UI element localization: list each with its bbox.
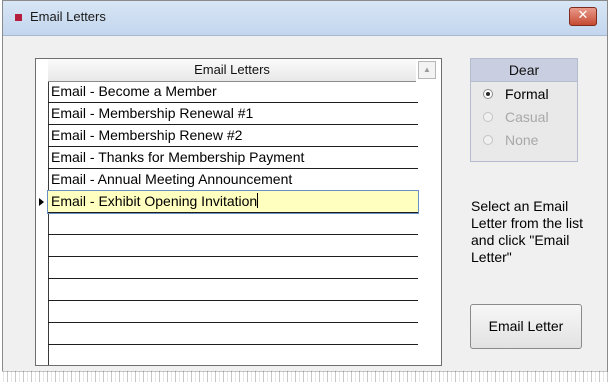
list-item[interactable]: Email - Become a Member bbox=[48, 81, 418, 103]
radio-dot-icon bbox=[483, 112, 493, 122]
instruction-text: Select an Email Letter from the list and… bbox=[471, 198, 584, 265]
list-rows: Email - Become a Member Email - Membershi… bbox=[47, 81, 419, 365]
list-header: Email Letters bbox=[48, 59, 416, 82]
close-button[interactable]: ✕ bbox=[569, 7, 597, 26]
list-item[interactable] bbox=[48, 257, 418, 279]
radio-dot-icon bbox=[483, 89, 493, 99]
list-item[interactable] bbox=[48, 345, 418, 365]
email-letters-window: Email Letters ✕ Email Letters ▲ Email - … bbox=[2, 0, 608, 372]
dear-option-group: Dear Formal Casual None bbox=[470, 58, 578, 162]
radio-dot-icon bbox=[483, 135, 493, 145]
radio-label: None bbox=[505, 132, 539, 148]
radio-casual[interactable]: Casual bbox=[471, 107, 577, 128]
screenshot-torn-edge bbox=[0, 371, 609, 382]
list-item[interactable] bbox=[48, 213, 418, 235]
radio-formal[interactable]: Formal bbox=[471, 84, 577, 105]
email-letters-list[interactable]: Email Letters ▲ Email - Become a Member E… bbox=[35, 58, 442, 366]
radio-label: Formal bbox=[505, 86, 549, 102]
list-item[interactable]: Email - Thanks for Membership Payment bbox=[48, 147, 418, 169]
scroll-up-arrow-icon[interactable]: ▲ bbox=[418, 61, 436, 79]
radio-label: Casual bbox=[505, 109, 549, 125]
list-item[interactable]: Email - Exhibit Opening Invitation bbox=[47, 190, 419, 214]
current-record-pointer-icon bbox=[39, 198, 44, 206]
dear-group-title: Dear bbox=[471, 59, 577, 82]
email-letter-button[interactable]: Email Letter bbox=[470, 304, 582, 349]
title-bar: Email Letters ✕ bbox=[3, 1, 607, 36]
list-item[interactable] bbox=[48, 301, 418, 323]
app-icon bbox=[15, 14, 22, 21]
list-item[interactable] bbox=[48, 323, 418, 345]
list-item[interactable] bbox=[48, 279, 418, 301]
list-item[interactable]: Email - Membership Renewal #1 bbox=[48, 103, 418, 125]
list-item[interactable] bbox=[48, 235, 418, 257]
text-caret bbox=[257, 193, 259, 208]
radio-none[interactable]: None bbox=[471, 130, 577, 151]
list-item[interactable]: Email - Membership Renew #2 bbox=[48, 125, 418, 147]
list-item[interactable]: Email - Annual Meeting Announcement bbox=[48, 169, 418, 191]
window-title: Email Letters bbox=[30, 9, 106, 24]
